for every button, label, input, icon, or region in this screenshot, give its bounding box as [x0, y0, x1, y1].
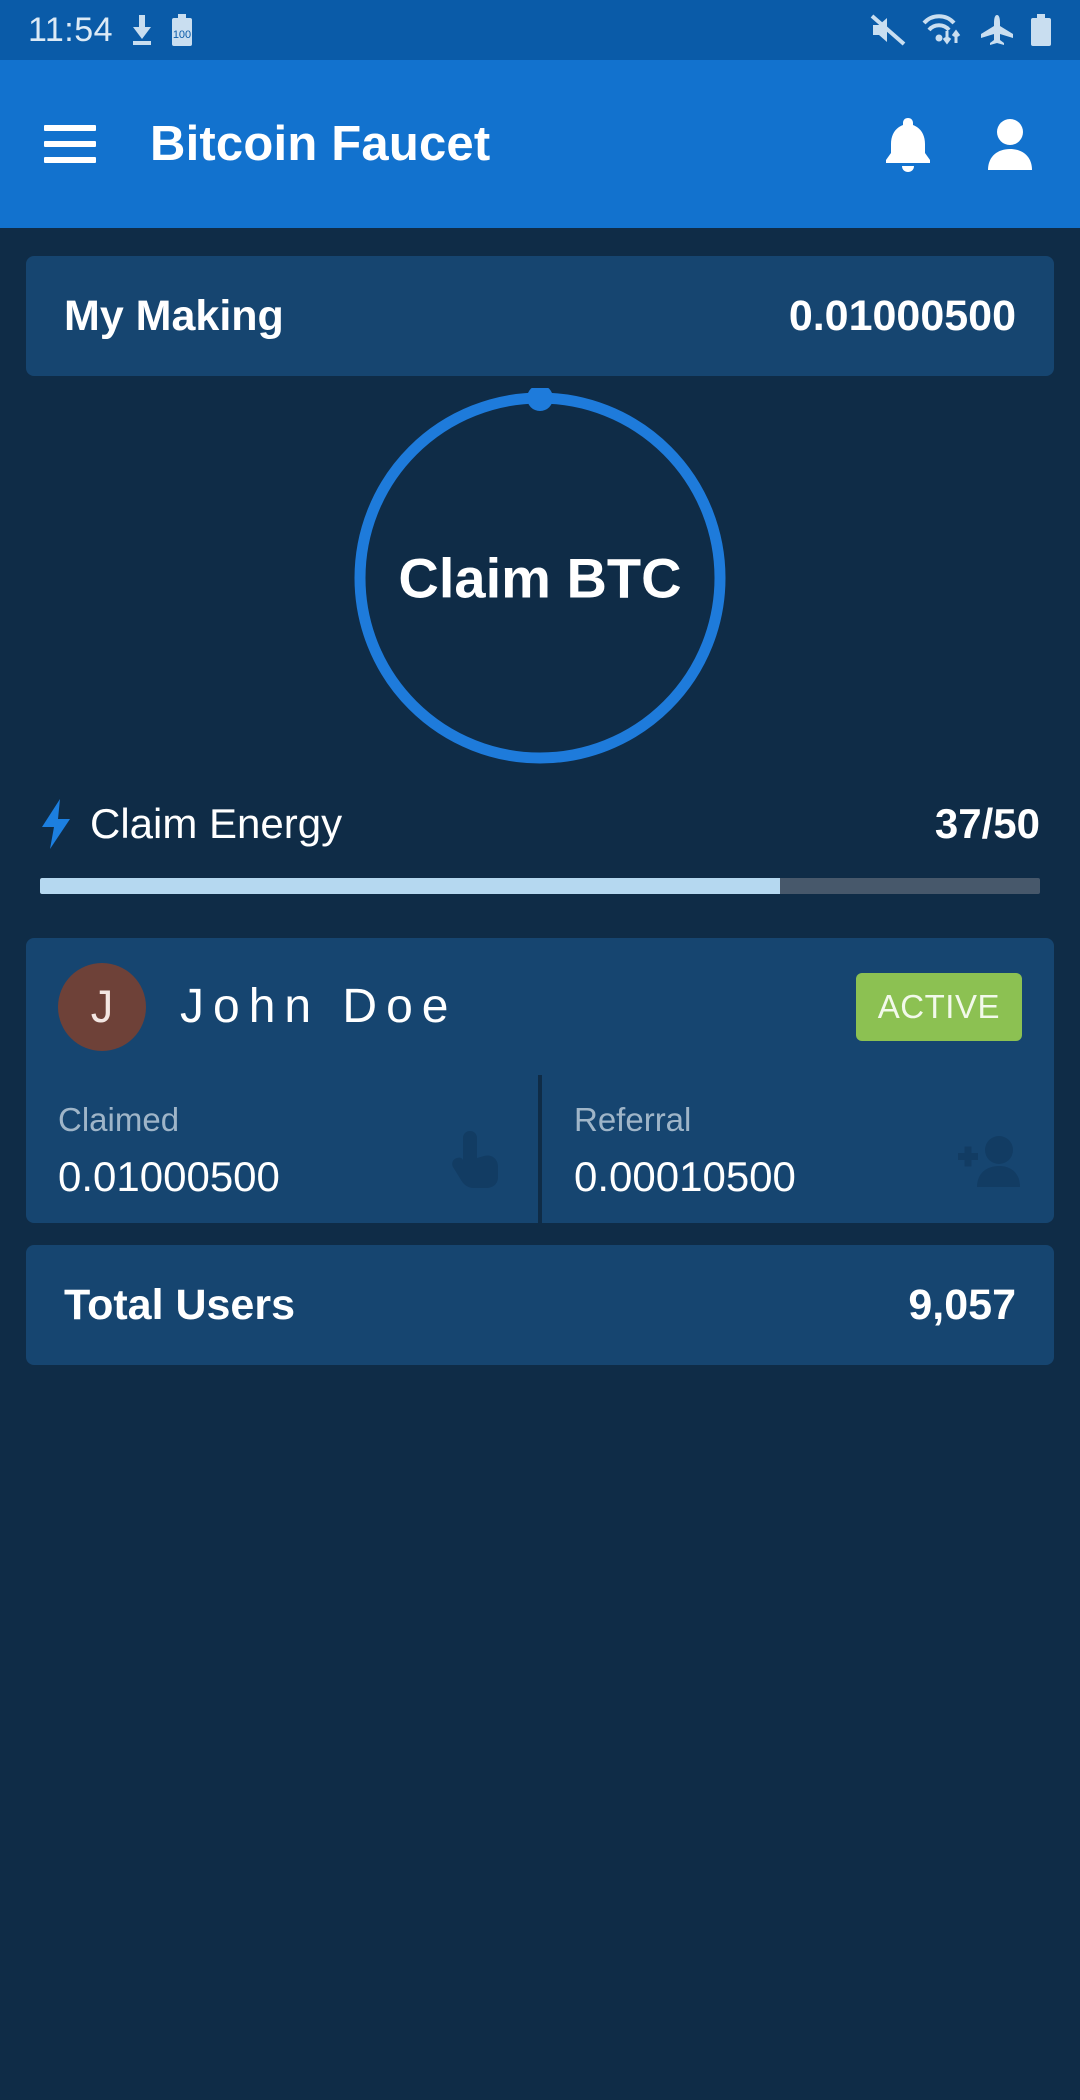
claim-energy-count: 37/50 [934, 800, 1040, 847]
user-name: John Doe [180, 980, 458, 1033]
my-making-value: 0.01000500 [788, 291, 1016, 340]
app-bar-actions [882, 115, 1036, 173]
battery-full-icon [1031, 14, 1051, 46]
status-bar-clock: 11:54 [28, 10, 114, 49]
person-icon[interactable] [984, 116, 1036, 172]
main-content: My Making 0.01000500 Claim BTC Claim Ene… [0, 256, 1080, 1365]
lightning-bolt-icon [42, 799, 70, 849]
avatar: J [58, 962, 146, 1051]
hamburger-line [44, 125, 96, 131]
hamburger-menu-icon[interactable] [44, 125, 96, 163]
wifi-transfer-icon [922, 14, 961, 45]
status-badge: ACTIVE [855, 972, 1022, 1041]
total-users-card: Total Users 9,057 [26, 1245, 1054, 1365]
status-bar-right [870, 14, 1052, 46]
bell-icon[interactable] [882, 115, 934, 173]
status-bar: 11:54 100 [0, 0, 1080, 60]
download-icon [133, 15, 152, 45]
total-users-value: 9,057 [908, 1280, 1016, 1329]
claim-energy-label: Claim Energy [90, 800, 343, 847]
app-bar: Bitcoin Faucet [0, 60, 1080, 228]
my-making-label: My Making [64, 291, 284, 340]
battery-saver-100-icon: 100 [172, 14, 193, 46]
page-title: Bitcoin Faucet [150, 117, 491, 171]
total-users-label: Total Users [64, 1280, 295, 1329]
stat-referral-label: Referral [574, 1101, 692, 1138]
stat-claimed-label: Claimed [58, 1101, 180, 1138]
stat-claimed[interactable]: Claimed 0.01000500 [26, 1075, 538, 1223]
volume-mute-icon [870, 14, 906, 46]
claim-btc-wheel[interactable]: Claim BTC [26, 376, 1054, 780]
claim-energy-progress-track [40, 878, 1040, 894]
avatar-initial: J [90, 980, 114, 1032]
user-profile-card[interactable]: J John Doe ACTIVE [26, 938, 1054, 1075]
hamburger-line [44, 141, 96, 147]
claim-energy-progress-fill [40, 878, 780, 894]
airplane-mode-icon [981, 15, 1013, 45]
status-bar-left: 11:54 100 [28, 11, 193, 50]
svg-text:100: 100 [173, 29, 191, 41]
stats-row: Claimed 0.01000500 Referral 0.00010500 [26, 1075, 1054, 1223]
claim-energy-row: Claim Energy 37/50 [26, 798, 1054, 850]
touch-tap-icon [452, 1131, 498, 1188]
claim-ring-icon [354, 388, 726, 764]
person-add-icon [958, 1136, 1020, 1187]
stat-referral-value: 0.00010500 [574, 1153, 796, 1200]
my-making-card: My Making 0.01000500 [26, 256, 1054, 376]
stat-claimed-value: 0.01000500 [58, 1153, 280, 1200]
stat-referral[interactable]: Referral 0.00010500 [542, 1075, 1054, 1223]
hamburger-line [44, 157, 96, 163]
